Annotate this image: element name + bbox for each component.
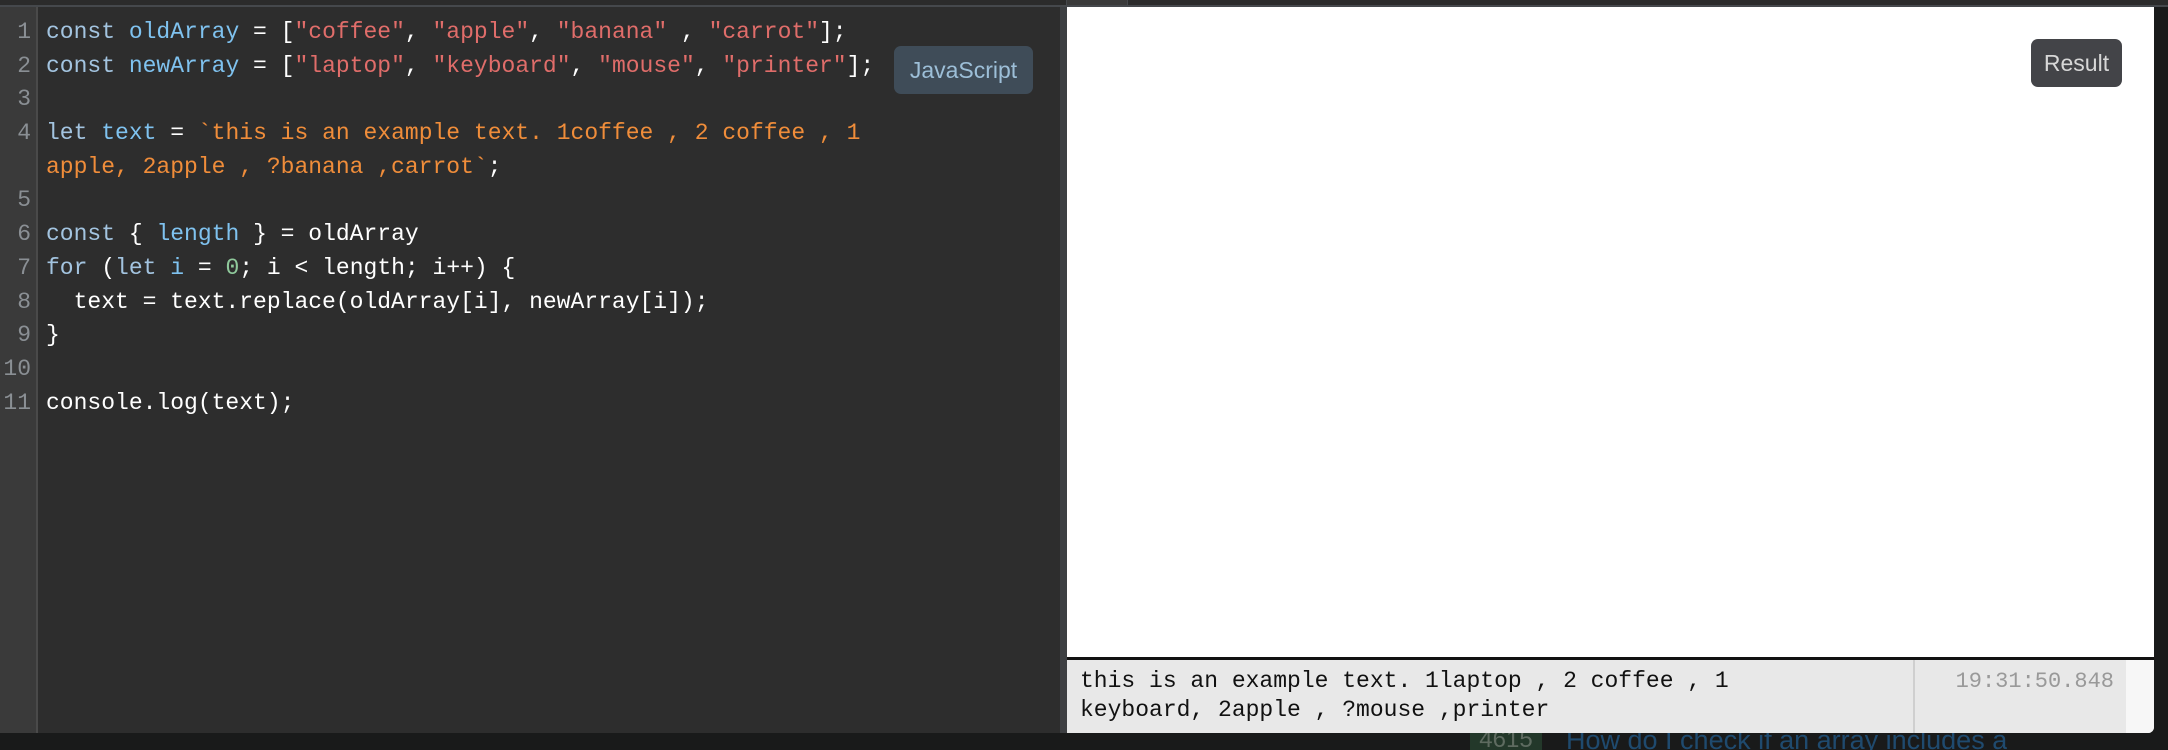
code-line[interactable]: 6 const { length } = oldArray	[0, 218, 1060, 252]
code-line[interactable]: 1 const oldArray = ["coffee", "apple", "b…	[0, 16, 1060, 50]
code-token: apple, 2apple , ?banana ,carrot`	[46, 153, 488, 180]
console-timestamp: 19:31:50.848	[1913, 660, 2126, 733]
line-number: 2	[17, 52, 31, 79]
code-token: "mouse"	[598, 52, 695, 79]
code-token: ,	[404, 19, 433, 45]
code-line[interactable]: 11 console.log(text);	[0, 387, 1060, 421]
code-token: ,	[570, 52, 599, 79]
pane-divider[interactable]	[1060, 7, 1067, 733]
line-number: 4	[17, 120, 31, 147]
line-number: 7	[17, 254, 31, 281]
code-token: "laptop"	[294, 52, 405, 79]
console-log-entry: this is an example text. 1laptop , 2 cof…	[1067, 660, 2126, 733]
code-token: ,	[694, 52, 723, 79]
code-token: newArray	[128, 52, 240, 79]
code-token: "keyboard"	[432, 52, 571, 79]
line-text: console.log(text);	[46, 387, 294, 421]
code-token: ;	[487, 153, 502, 180]
line-number: 5	[17, 187, 31, 214]
code-token: const	[46, 221, 129, 248]
line-text: let text = `this is an example text. 1co…	[46, 117, 860, 151]
code-token: 0	[225, 254, 240, 281]
code-line[interactable]: 5	[0, 184, 1060, 218]
code-token: =	[156, 120, 198, 147]
line-text: text = text.replace(oldArray[i], newArra…	[46, 286, 709, 320]
code-token: ];	[819, 19, 847, 45]
line-number: 9	[17, 322, 31, 349]
code-token: text	[101, 120, 157, 147]
code-token: const	[46, 19, 129, 45]
code-line[interactable]: 9}	[0, 319, 1060, 353]
code-token: =	[184, 254, 226, 281]
code-line[interactable]: 7 for (let i = 0; i < length; i++) {	[0, 252, 1060, 286]
pane-tab-marker	[1066, 0, 1128, 5]
language-badge: JavaScript	[894, 46, 1033, 94]
console-message: this is an example text. 1laptop , 2 cof…	[1080, 668, 1729, 723]
code-token: i	[170, 254, 185, 281]
page-edge	[2154, 7, 2168, 733]
code-token: let	[115, 254, 171, 281]
code-line[interactable]: 10	[0, 353, 1060, 387]
code-line[interactable]: 4 let text = `this is an example text. 1c…	[0, 117, 1060, 151]
code-token: ,	[667, 19, 709, 45]
code-token: `this is an example text. 1coffee , 2 co…	[197, 120, 861, 147]
line-text: }	[46, 319, 60, 353]
code-token: text = text.replace(oldArray[i], newArra…	[46, 288, 709, 315]
line-text: apple, 2apple , ?banana ,carrot`;	[46, 151, 501, 185]
line-text: for (let i = 0; i < length; i++) {	[46, 252, 515, 286]
code-token: "carrot"	[708, 19, 819, 45]
code-token: (	[101, 254, 116, 281]
line-text: const { length } = oldArray	[46, 218, 419, 252]
code-token: "banana"	[556, 19, 668, 45]
line-number: 10	[3, 355, 31, 382]
code-token: "apple"	[432, 19, 530, 45]
code-token: "printer"	[722, 52, 847, 79]
code-token: console.log(text);	[46, 389, 295, 416]
line-text: const oldArray = ["coffee", "apple", "ba…	[46, 16, 847, 50]
code-line[interactable]: 8 text = text.replace(oldArray[i], newAr…	[0, 286, 1060, 320]
line-number: 3	[17, 86, 31, 113]
code-token: ; i < length; i++) {	[239, 254, 516, 281]
line-number: 8	[17, 288, 31, 315]
result-badge: Result	[2031, 39, 2122, 87]
code-token: } = oldArray	[239, 221, 419, 248]
background-page-strip: 4615 How do I check if an array includes…	[0, 733, 2168, 750]
line-number: 6	[17, 221, 31, 248]
code-token: oldArray	[128, 19, 240, 45]
code-token: let	[46, 120, 102, 147]
line-text: const newArray = ["laptop", "keyboard", …	[46, 50, 874, 84]
console-panel: this is an example text. 1laptop , 2 cof…	[1067, 657, 2154, 733]
code-token: length	[156, 221, 240, 248]
code-token: {	[128, 221, 157, 248]
code-token: }	[46, 322, 60, 349]
related-question-link[interactable]: How do I check if an array includes a	[1566, 733, 2007, 750]
code-token: ,	[529, 19, 557, 45]
code-token: "coffee"	[294, 19, 405, 45]
result-pane: Result this is an example text. 1laptop …	[1067, 7, 2154, 733]
code-line[interactable]: apple, 2apple , ?banana ,carrot`;	[0, 151, 1060, 185]
code-editor[interactable]: 1 const oldArray = ["coffee", "apple", "b…	[0, 7, 1060, 733]
line-number: 1	[17, 19, 31, 45]
code-token: ];	[846, 52, 875, 79]
code-token: ,	[404, 52, 433, 79]
top-strip	[0, 0, 2168, 7]
code-token: = [	[239, 52, 295, 79]
code-token: for	[46, 254, 102, 281]
line-number: 11	[3, 389, 31, 416]
code-token: = [	[239, 19, 295, 45]
vote-count-badge: 4615	[1470, 733, 1542, 750]
code-token: const	[46, 52, 129, 79]
